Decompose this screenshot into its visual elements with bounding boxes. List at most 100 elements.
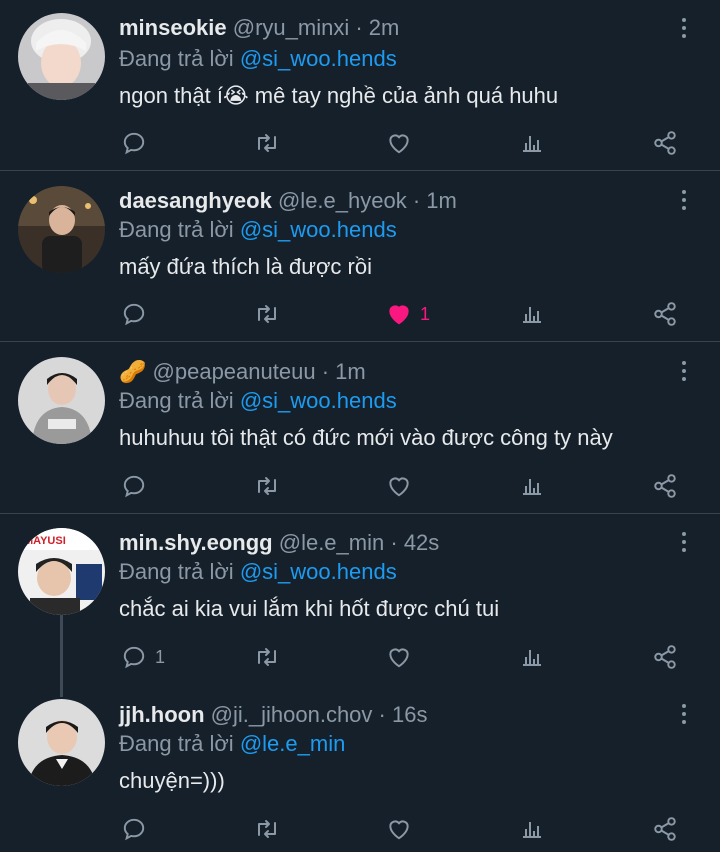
display-name[interactable]: minseokie (119, 15, 227, 40)
more-icon[interactable] (677, 190, 691, 214)
retweet-icon (258, 477, 276, 495)
reply-prefix: Đang trả lời (119, 559, 234, 584)
reply-icon (123, 646, 145, 669)
like-button[interactable] (386, 128, 420, 158)
reply-button[interactable] (121, 471, 155, 501)
like-button[interactable] (386, 471, 420, 501)
avatar[interactable] (18, 699, 105, 786)
tweet-3[interactable]: 🥜 @peapeanuteuu · 1m Đang trả lời @si_wo… (0, 342, 720, 513)
like-button[interactable]: 1 (386, 299, 430, 329)
like-button[interactable] (386, 814, 420, 844)
share-button[interactable] (652, 642, 678, 672)
views-button[interactable] (520, 642, 544, 672)
views-button[interactable] (520, 471, 544, 501)
views-icon (523, 307, 541, 323)
reply-icon (123, 818, 145, 841)
like-button[interactable] (386, 642, 420, 672)
share-button[interactable] (652, 814, 678, 844)
reply-button[interactable]: 1 (121, 642, 165, 672)
like-icon (389, 820, 409, 840)
share-button[interactable] (652, 299, 678, 329)
views-button[interactable] (520, 814, 544, 844)
separator-dot: · (321, 359, 330, 384)
avatar[interactable] (18, 186, 105, 273)
like-icon (389, 134, 409, 154)
retweet-button[interactable] (253, 471, 281, 501)
tweet-text: mấy đứa thích là được rồi (119, 254, 372, 279)
reply-count: 1 (155, 646, 166, 667)
display-name[interactable]: min.shy.eongg (119, 530, 273, 555)
retweet-icon (258, 820, 276, 838)
separator-dot: · (378, 702, 386, 727)
reply-mention[interactable]: @si_woo.hends (240, 217, 397, 242)
like-icon (389, 477, 409, 497)
retweet-button[interactable] (253, 128, 281, 158)
action-bar (0, 471, 720, 501)
reply-prefix: Đang trả lời (119, 388, 234, 413)
views-button[interactable] (520, 128, 544, 158)
share-icon (654, 645, 676, 669)
views-button[interactable] (520, 299, 544, 329)
action-bar (0, 128, 720, 158)
tweet-text: huhuhuu tôi thật có đức mới vào được côn… (119, 425, 613, 450)
avatar[interactable] (18, 357, 105, 444)
user-handle[interactable]: @ryu_minxi (233, 15, 349, 40)
avatar[interactable]: MAYUSI (18, 528, 105, 615)
timestamp[interactable]: 16s (392, 702, 427, 727)
reply-mention[interactable]: @si_woo.hends (240, 559, 397, 584)
separator-dot: · (412, 188, 421, 213)
retweet-icon (258, 648, 276, 666)
reply-prefix: Đang trả lời (119, 217, 234, 242)
svg-text:MAYUSI: MAYUSI (24, 535, 66, 547)
reply-mention[interactable]: @le.e_min (240, 731, 346, 756)
timestamp[interactable]: 1m (335, 359, 366, 384)
views-icon (523, 822, 541, 838)
tweet-2[interactable]: daesanghyeok @le.e_hyeok · 1m Đang trả l… (0, 171, 720, 341)
timestamp[interactable]: 42s (404, 530, 439, 555)
separator-dot: · (355, 15, 363, 40)
share-icon (654, 817, 676, 841)
timestamp[interactable]: 2m (369, 15, 400, 40)
share-button[interactable] (652, 471, 678, 501)
avatar[interactable] (18, 13, 105, 100)
views-icon (523, 136, 541, 152)
display-name[interactable]: daesanghyeok (119, 188, 272, 213)
share-icon (654, 302, 676, 326)
share-icon (654, 474, 676, 498)
reply-button[interactable] (121, 299, 155, 329)
tweet-5[interactable]: jjh.hoon @ji._jihoon.chov · 16s Đang trả… (0, 686, 720, 852)
reply-mention[interactable]: @si_woo.hends (240, 388, 397, 413)
more-icon[interactable] (677, 361, 691, 385)
reply-button[interactable] (121, 814, 155, 844)
like-count: 1 (420, 303, 431, 324)
tweet-text: chắc ai kia vui lắm khi hốt được chú tui (119, 596, 500, 621)
retweet-button[interactable] (253, 814, 281, 844)
more-icon[interactable] (677, 532, 691, 556)
reply-icon (123, 475, 145, 498)
action-bar (0, 814, 720, 844)
share-icon (654, 131, 676, 155)
tweet-4[interactable]: MAYUSI min.shy.eongg @le.e_min · 42s Đan… (0, 514, 720, 684)
tweet-1[interactable]: minseokie @ryu_minxi · 2m Đang trả lời @… (0, 0, 720, 170)
user-handle[interactable]: @peapeanuteuu (153, 359, 316, 384)
retweet-button[interactable] (253, 642, 281, 672)
user-handle[interactable]: @le.e_hyeok (278, 188, 407, 213)
action-bar: 1 (0, 299, 720, 329)
views-icon (523, 650, 541, 666)
timestamp[interactable]: 1m (426, 188, 457, 213)
share-button[interactable] (652, 128, 678, 158)
action-bar: 1 (0, 642, 720, 672)
more-icon[interactable] (677, 704, 691, 728)
retweet-button[interactable] (253, 299, 281, 329)
reply-button[interactable] (121, 128, 155, 158)
tweet-text: ngon thật í😭 mê tay nghề của ảnh quá huh… (119, 83, 559, 108)
user-handle[interactable]: @ji._jihoon.chov (211, 702, 373, 727)
separator-dot: · (390, 530, 398, 555)
display-name[interactable]: jjh.hoon (119, 702, 205, 727)
user-handle[interactable]: @le.e_min (279, 530, 385, 555)
more-icon[interactable] (677, 18, 691, 42)
reply-mention[interactable]: @si_woo.hends (240, 46, 397, 71)
tweet-text: chuyện=))) (119, 768, 225, 793)
display-name[interactable]: 🥜 (119, 359, 146, 384)
views-icon (523, 479, 541, 495)
